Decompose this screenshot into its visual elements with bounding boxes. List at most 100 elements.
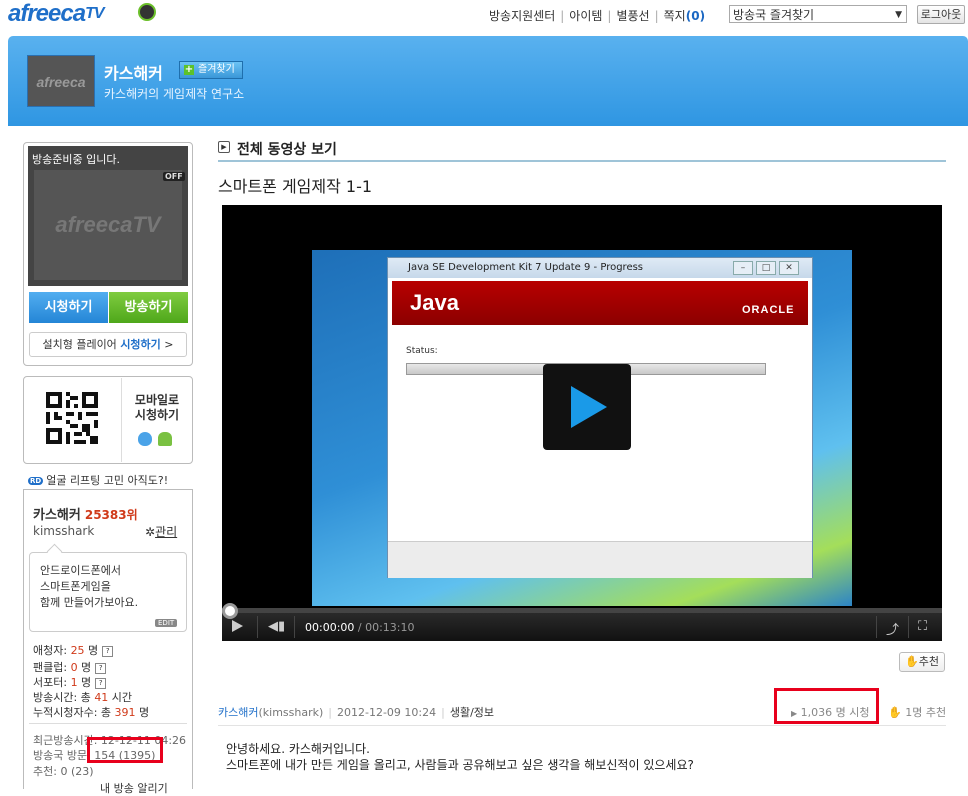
divider xyxy=(294,616,295,638)
stat-fanclub: 팬클럽: 0 명? xyxy=(33,659,107,675)
message-count: (0) xyxy=(685,9,706,23)
video-frame-window-controls: – □ ✕ xyxy=(730,261,799,275)
video-category[interactable]: 생활/정보 xyxy=(450,706,494,719)
seek-handle[interactable] xyxy=(222,603,238,619)
meta-divider: | xyxy=(441,706,445,719)
ad-notice[interactable]: RD 얼굴 리프팅 고민 아직도?! xyxy=(28,472,168,488)
manage-link[interactable]: ✲관리 xyxy=(145,523,177,540)
description-line: 스마트폰에 내가 만든 게임을 올리고, 사람들과 공유해보고 싶은 생각을 해… xyxy=(226,758,694,772)
android-icon[interactable] xyxy=(158,432,172,446)
help-icon[interactable]: ? xyxy=(102,645,114,657)
profile-message-line: 함께 만들어가보아요. xyxy=(40,596,139,609)
stat-value: 1 xyxy=(70,676,78,689)
top-nav: 방송지원센터 | 아이템 | 별풍선 | 쪽지(0) xyxy=(489,7,705,24)
thumbs-up-icon: ✋ xyxy=(888,706,902,719)
profile-message-line: 스마트폰게임을 xyxy=(40,580,111,593)
start-broadcast-button[interactable]: 방송하기 xyxy=(109,292,188,323)
section-title: 전체 동영상 보기 xyxy=(218,139,337,159)
fullscreen-icon[interactable]: ⛶ xyxy=(918,619,927,634)
player-link-action: 시청하기 xyxy=(120,338,161,351)
watch-button[interactable]: 시청하기 xyxy=(29,292,108,323)
nav-support-center[interactable]: 방송지원센터 xyxy=(489,9,555,23)
stat-label: 누적시청자수: 총 xyxy=(33,706,115,719)
recommend-count: ✋ 1명 추천 xyxy=(888,704,946,720)
favorites-select[interactable]: 방송국 즐겨찾기 ▼ xyxy=(729,5,907,23)
favorites-select-value: 방송국 즐겨찾기 xyxy=(733,8,815,22)
upload-date: 2012-12-09 10:24 xyxy=(337,706,437,719)
description-line: 안녕하세요. 카스해커입니다. xyxy=(226,742,370,756)
video-frame-dialog-footer xyxy=(388,541,812,578)
profile-name: 카스해커 25383위 xyxy=(33,504,138,523)
total-time: / 00:13:10 xyxy=(354,621,415,634)
help-icon[interactable]: ? xyxy=(95,662,107,674)
mobile-watch-text[interactable]: 모바일로 시청하기 xyxy=(122,393,192,423)
add-favorite-label: 즐겨찾기 xyxy=(198,64,235,75)
play-icon xyxy=(571,386,607,428)
mobile-text-line2: 시청하기 xyxy=(134,408,180,422)
thumbs-up-icon: ✋ xyxy=(905,655,919,668)
nav-items[interactable]: 아이템 xyxy=(569,9,602,23)
stat-unit: 명 xyxy=(77,676,92,689)
current-time: 00:00:00 xyxy=(305,621,355,634)
logo-text: afreeca xyxy=(8,0,86,27)
logout-button[interactable]: 로그아웃 xyxy=(917,5,965,24)
section-divider xyxy=(218,160,946,162)
apple-icon[interactable] xyxy=(138,432,152,446)
stat-supporters: 서포터: 1 명? xyxy=(33,674,107,690)
afreeca-logo[interactable]: afreecaTV xyxy=(8,0,105,28)
highlight-box xyxy=(774,688,879,724)
profile-rank: 25383위 xyxy=(84,508,138,522)
edit-button[interactable]: EDIT xyxy=(155,619,178,627)
stat-value: 0 xyxy=(70,661,78,674)
stat-unit: 명 xyxy=(77,661,92,674)
chevron-right-icon: > xyxy=(164,338,174,351)
share-icon[interactable]: ⤴ xyxy=(886,619,899,638)
mobile-text-line1: 모바일로 xyxy=(134,393,180,407)
stat-label: 방송시간: 총 xyxy=(33,691,95,704)
meta-divider: | xyxy=(328,706,332,719)
profile-message-line: 안드로이드폰에서 xyxy=(40,564,121,577)
play-icon[interactable] xyxy=(232,620,243,632)
gear-icon: ✲ xyxy=(145,525,156,539)
channel-thumbnail[interactable]: afreeca xyxy=(27,55,95,107)
stat-value: 41 xyxy=(94,691,109,704)
close-icon: ✕ xyxy=(779,261,799,275)
broadcast-offline-logo: afreecaTV xyxy=(34,170,182,280)
promote-broadcast-link[interactable]: 내 방송 알리기 xyxy=(100,780,168,796)
stat-label: 애청자: xyxy=(33,644,71,657)
add-favorite-button[interactable]: + 즐겨찾기 xyxy=(179,61,243,79)
divider xyxy=(257,616,258,638)
author-name[interactable]: 카스해커 xyxy=(218,706,258,719)
stat-fans: 애청자: 25 명? xyxy=(33,642,114,658)
maximize-icon: □ xyxy=(756,261,776,275)
volume-icon[interactable]: ◀▮ xyxy=(268,619,285,634)
stat-airtime: 방송시간: 총 41 시간 xyxy=(33,689,132,705)
divider xyxy=(218,725,946,726)
author-id: (kimsshark) xyxy=(258,706,324,719)
stat-cumulative-viewers: 누적시청자수: 총 391 명 xyxy=(33,704,149,720)
off-badge: OFF xyxy=(163,172,185,181)
stat-label: 팬클럽: xyxy=(33,661,71,674)
divider xyxy=(876,616,877,638)
time-display: 00:00:00 / 00:13:10 xyxy=(305,621,415,634)
nav-messages[interactable]: 쪽지 xyxy=(664,9,686,23)
plus-icon: + xyxy=(184,64,194,75)
channel-name[interactable]: 카스해커 xyxy=(104,60,163,84)
nav-divider: | xyxy=(607,9,612,23)
oracle-logo: ORACLE xyxy=(742,304,795,316)
installer-status-label: Status: xyxy=(406,346,438,356)
installed-player-link[interactable]: 설치형 플레이어 시청하기 > xyxy=(29,332,187,357)
profile-name-text: 카스해커 xyxy=(33,508,81,523)
stat-unit: 시간 xyxy=(108,691,133,704)
stat-value: 391 xyxy=(114,706,136,719)
recommend-label: 추천 xyxy=(918,655,939,668)
mascot-icon xyxy=(138,3,156,21)
help-icon[interactable]: ? xyxy=(95,677,107,689)
broadcast-status: 방송준비중 입니다. xyxy=(32,153,120,166)
nav-star-balloon[interactable]: 별풍선 xyxy=(616,9,649,23)
profile-user-id: kimsshark xyxy=(33,524,95,538)
qr-code-icon[interactable] xyxy=(46,392,98,444)
recommend-button[interactable]: ✋추천 xyxy=(899,652,945,672)
video-description: 안녕하세요. 카스해커입니다. 스마트폰에 내가 만든 게임을 올리고, 사람들과… xyxy=(226,741,694,773)
nav-divider: | xyxy=(560,9,565,23)
